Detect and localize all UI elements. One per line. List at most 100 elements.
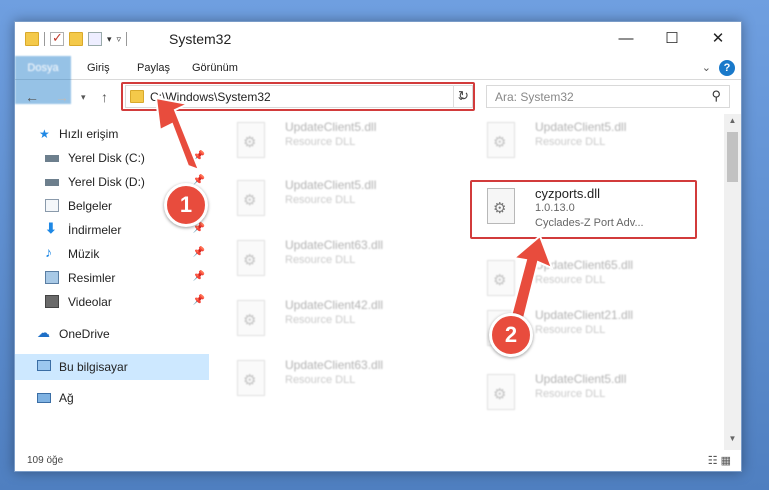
sidebar-item-pictures[interactable]: Resimler 📌 [15, 266, 209, 290]
sidebar-item-label: OneDrive [59, 327, 110, 341]
download-icon: ⬇ [45, 220, 57, 236]
search-placeholder: Ara: System32 [495, 90, 574, 104]
customize-toolbar-icon[interactable]: ▿ [117, 34, 122, 45]
sidebar-item-label: Müzik [68, 247, 100, 261]
videos-icon [45, 295, 59, 308]
sidebar-item-label: Resimler [68, 271, 116, 285]
minimize-button[interactable]: — [603, 22, 649, 54]
step-badge-1: 1 [164, 183, 208, 227]
list-item[interactable]: UpdateClient42.dll Resource DLL [221, 294, 453, 342]
file-explorer-window: ▾ ▿ System32 — ☐ ✕ Dosya Giriş Paylaş Gö… [14, 21, 742, 472]
properties-check-icon[interactable] [50, 30, 64, 46]
up-arrow-icon[interactable]: ↑ [101, 89, 108, 105]
search-icon[interactable]: ⚲ [711, 88, 721, 104]
ribbon-tabs: Dosya Giriş Paylaş Görünüm ⌄ ? [15, 56, 741, 104]
pictures-icon [45, 271, 59, 284]
pin-icon[interactable]: 📌 [193, 247, 205, 258]
window-title: System32 [169, 31, 232, 47]
file-name: UpdateClient65.dll [535, 258, 634, 272]
chevron-down-icon[interactable]: ▾ [107, 34, 112, 45]
vertical-scrollbar[interactable]: ▲ ▼ [724, 114, 741, 450]
highlight-box-address [121, 82, 475, 111]
file-name: UpdateClient63.dll [285, 238, 384, 252]
step-badge-2: 2 [489, 313, 533, 357]
sidebar-item-this-pc[interactable]: Bu bilgisayar [15, 354, 209, 380]
file-type: Resource DLL [285, 194, 356, 206]
file-type: Resource DLL [535, 388, 606, 400]
list-item[interactable]: UpdateClient63.dll Resource DLL [221, 234, 453, 282]
status-bar: 109 öğe ☷ ▦ [15, 450, 741, 472]
folder-icon [25, 32, 39, 46]
sidebar-item-music[interactable]: ♪ Müzik 📌 [15, 242, 209, 266]
sidebar-item-label: Ağ [59, 391, 74, 405]
list-item[interactable]: UpdateClient5.dll Resource DLL [471, 116, 703, 164]
dll-file-icon [237, 360, 265, 396]
network-icon [37, 393, 51, 403]
toolbar-divider [126, 32, 128, 46]
search-input[interactable]: Ara: System32 ⚲ [486, 85, 730, 108]
sidebar-item-label: Yerel Disk (C:) [68, 151, 145, 165]
file-name: UpdateClient5.dll [535, 120, 627, 134]
view-toggle-icons[interactable]: ☷ ▦ [708, 454, 731, 467]
file-name: UpdateClient21.dll [535, 308, 634, 322]
tab-view[interactable]: Görünüm [192, 56, 238, 80]
scrollbar-thumb[interactable] [727, 132, 738, 182]
sidebar-item-quick-access[interactable]: ★ Hızlı erişim [15, 122, 209, 146]
close-button[interactable]: ✕ [695, 22, 741, 54]
quick-access-toolbar: ▾ ▿ [25, 30, 128, 46]
highlight-box-file [470, 180, 697, 239]
help-icon[interactable]: ? [719, 60, 735, 76]
file-type: Resource DLL [535, 136, 606, 148]
list-item[interactable]: UpdateClient5.dll Resource DLL [471, 368, 703, 416]
pin-icon[interactable]: 📌 [193, 151, 205, 162]
file-type: Resource DLL [285, 254, 356, 266]
item-count: 109 öğe [27, 455, 64, 466]
navigation-pane: ★ Hızlı erişim Yerel Disk (C:) 📌 Yerel D… [15, 114, 211, 442]
toolbar-divider [44, 32, 45, 46]
file-name: UpdateClient63.dll [285, 358, 384, 372]
pin-icon[interactable]: 📌 [193, 271, 205, 282]
file-name: UpdateClient42.dll [285, 298, 384, 312]
sidebar-item-label: İndirmeler [68, 223, 122, 237]
new-folder-icon[interactable] [69, 32, 83, 46]
file-type: Resource DLL [285, 314, 356, 326]
dll-file-icon [487, 260, 515, 296]
list-item[interactable]: UpdateClient5.dll Resource DLL [221, 116, 453, 164]
tab-share[interactable]: Paylaş [137, 56, 170, 80]
list-item[interactable]: UpdateClient5.dll Resource DLL [221, 174, 453, 222]
dll-file-icon [237, 180, 265, 216]
list-item[interactable]: UpdateClient65.dll Resource DLL [471, 254, 703, 302]
pin-icon[interactable]: 📌 [193, 295, 205, 306]
sidebar-item-videos[interactable]: Videolar 📌 [15, 290, 209, 314]
file-name: UpdateClient5.dll [535, 372, 627, 386]
chevron-down-icon[interactable]: ⌄ [702, 61, 711, 74]
documents-icon [45, 199, 59, 212]
recent-locations-chevron-icon[interactable]: ▾ [81, 92, 86, 103]
sidebar-item-label: Hızlı erişim [59, 127, 119, 141]
file-type: Resource DLL [285, 374, 356, 386]
file-list: UpdateClient5.dll Resource DLL UpdateCli… [213, 114, 723, 450]
drive-icon [45, 179, 59, 186]
sidebar-item-label: Videolar [68, 295, 112, 309]
file-type: Resource DLL [285, 136, 356, 148]
sidebar-item-onedrive[interactable]: ☁ OneDrive [15, 322, 209, 346]
sidebar-item-label: Bu bilgisayar [59, 360, 128, 374]
sidebar-item-local-disk-c[interactable]: Yerel Disk (C:) 📌 [15, 146, 209, 170]
maximize-button[interactable]: ☐ [649, 22, 695, 54]
file-name: UpdateClient5.dll [285, 120, 377, 134]
scroll-down-icon[interactable]: ▼ [724, 434, 741, 448]
star-icon: ★ [39, 127, 50, 141]
computer-icon [37, 360, 51, 371]
back-arrow-icon[interactable]: ← [25, 89, 39, 105]
title-bar: ▾ ▿ System32 — ☐ ✕ [15, 22, 741, 56]
file-name: UpdateClient5.dll [285, 178, 377, 192]
list-item[interactable]: UpdateClient63.dll Resource DLL [221, 354, 453, 402]
customize-icon[interactable] [88, 32, 102, 46]
dll-file-icon [237, 240, 265, 276]
scroll-up-icon[interactable]: ▲ [724, 116, 741, 130]
dll-file-icon [237, 122, 265, 158]
sidebar-item-network[interactable]: Ağ [15, 386, 209, 410]
forward-arrow-icon[interactable]: → [55, 89, 69, 105]
dll-file-icon [237, 300, 265, 336]
tab-home[interactable]: Giriş [87, 56, 110, 80]
